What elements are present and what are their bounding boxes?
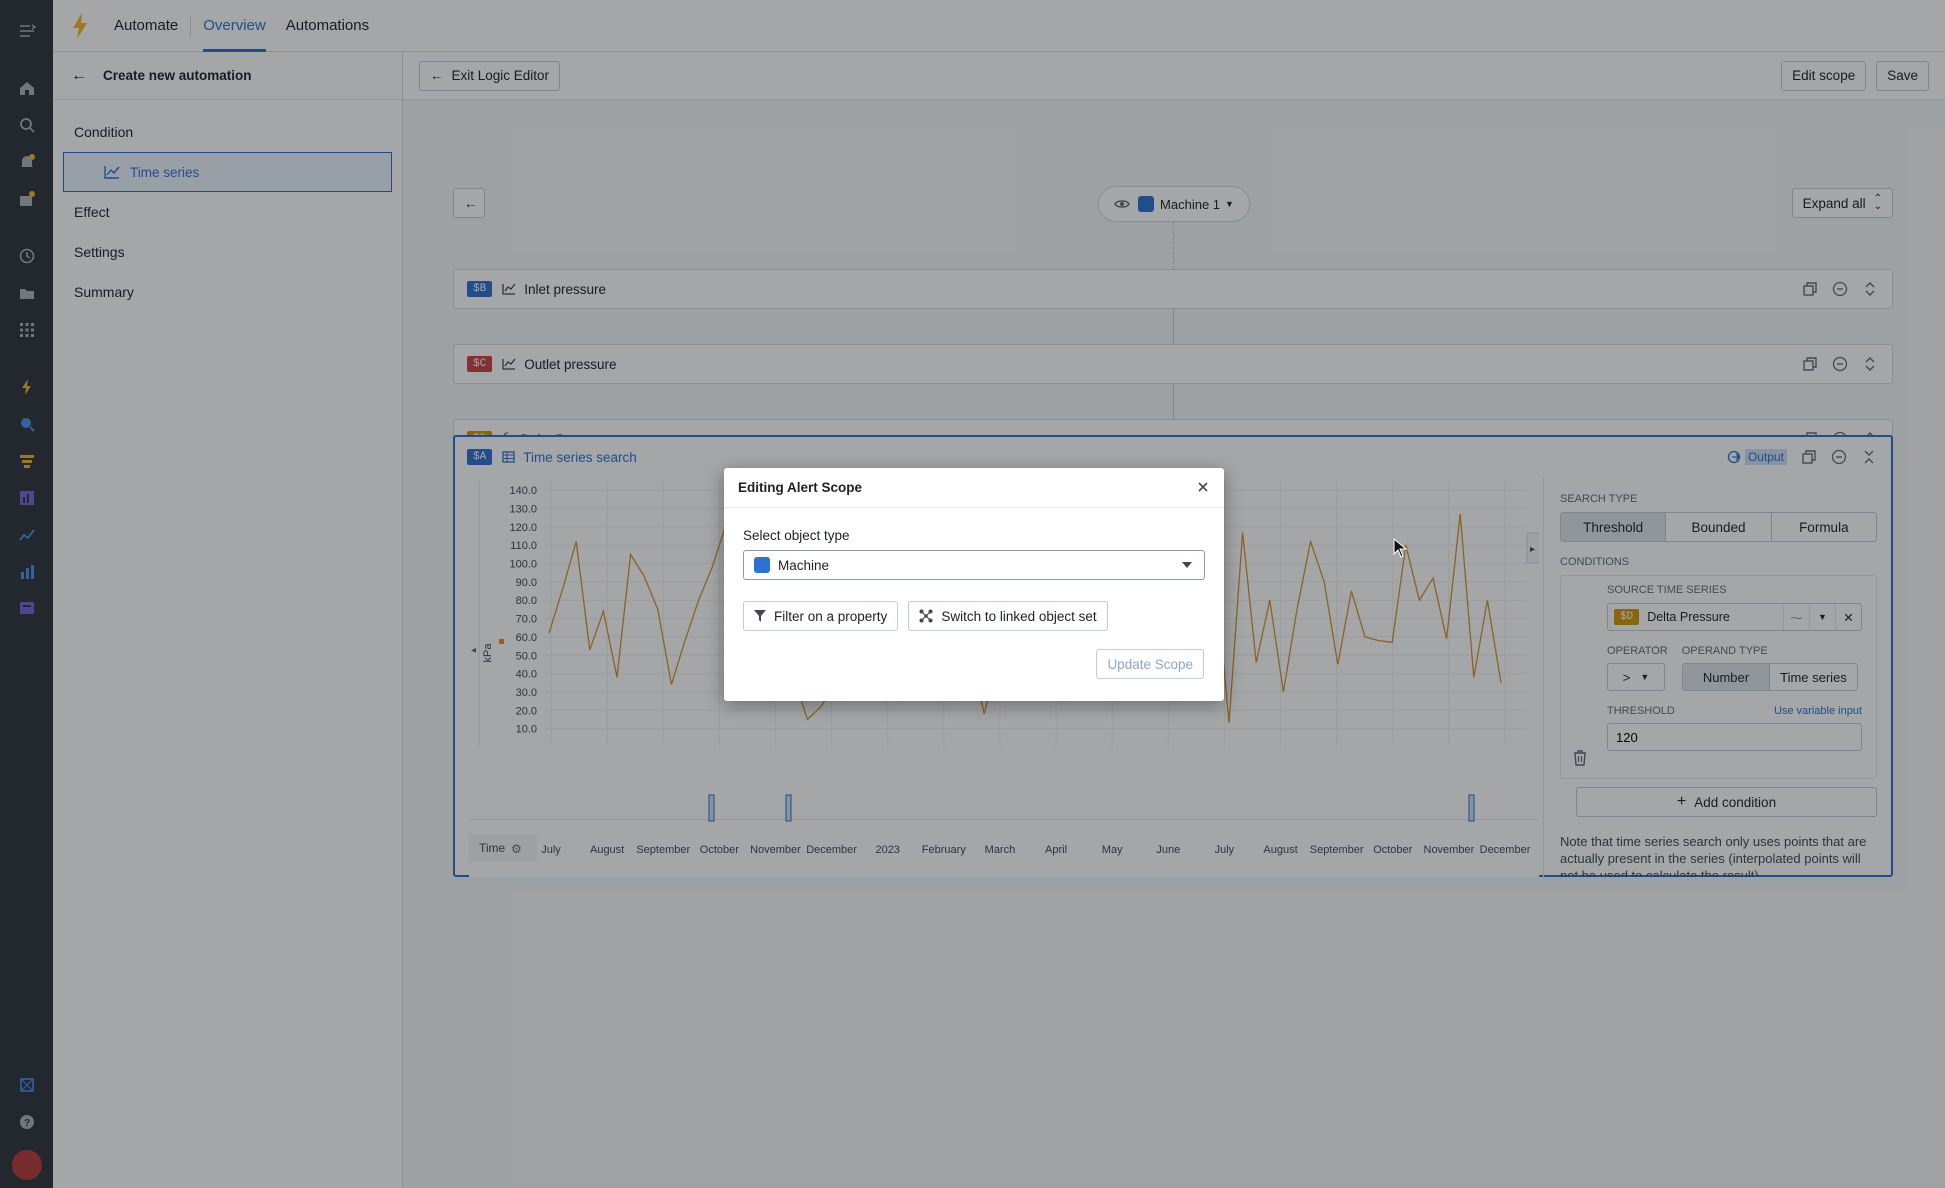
filter-on-property-button[interactable]: Filter on a property	[743, 601, 899, 631]
graph-icon	[919, 609, 933, 623]
update-scope-button[interactable]: Update Scope	[1096, 649, 1204, 679]
filter-icon	[754, 610, 766, 622]
object-type-label: Select object type	[743, 528, 850, 543]
switch-linked-object-set-button[interactable]: Switch to linked object set	[908, 601, 1108, 631]
filter-label: Filter on a property	[774, 608, 888, 624]
switch-linked-label: Switch to linked object set	[941, 608, 1097, 624]
machine-object-icon	[754, 557, 770, 573]
editing-alert-scope-dialog: Editing Alert Scope Select object type M…	[724, 468, 1224, 701]
close-icon[interactable]	[1196, 480, 1210, 494]
object-type-value: Machine	[778, 557, 830, 573]
mouse-cursor-icon	[1393, 538, 1407, 558]
object-type-select[interactable]: Machine	[743, 550, 1205, 580]
dialog-title: Editing Alert Scope	[738, 480, 863, 495]
caret-down-icon	[1182, 562, 1192, 568]
dialog-header: Editing Alert Scope	[724, 468, 1224, 508]
